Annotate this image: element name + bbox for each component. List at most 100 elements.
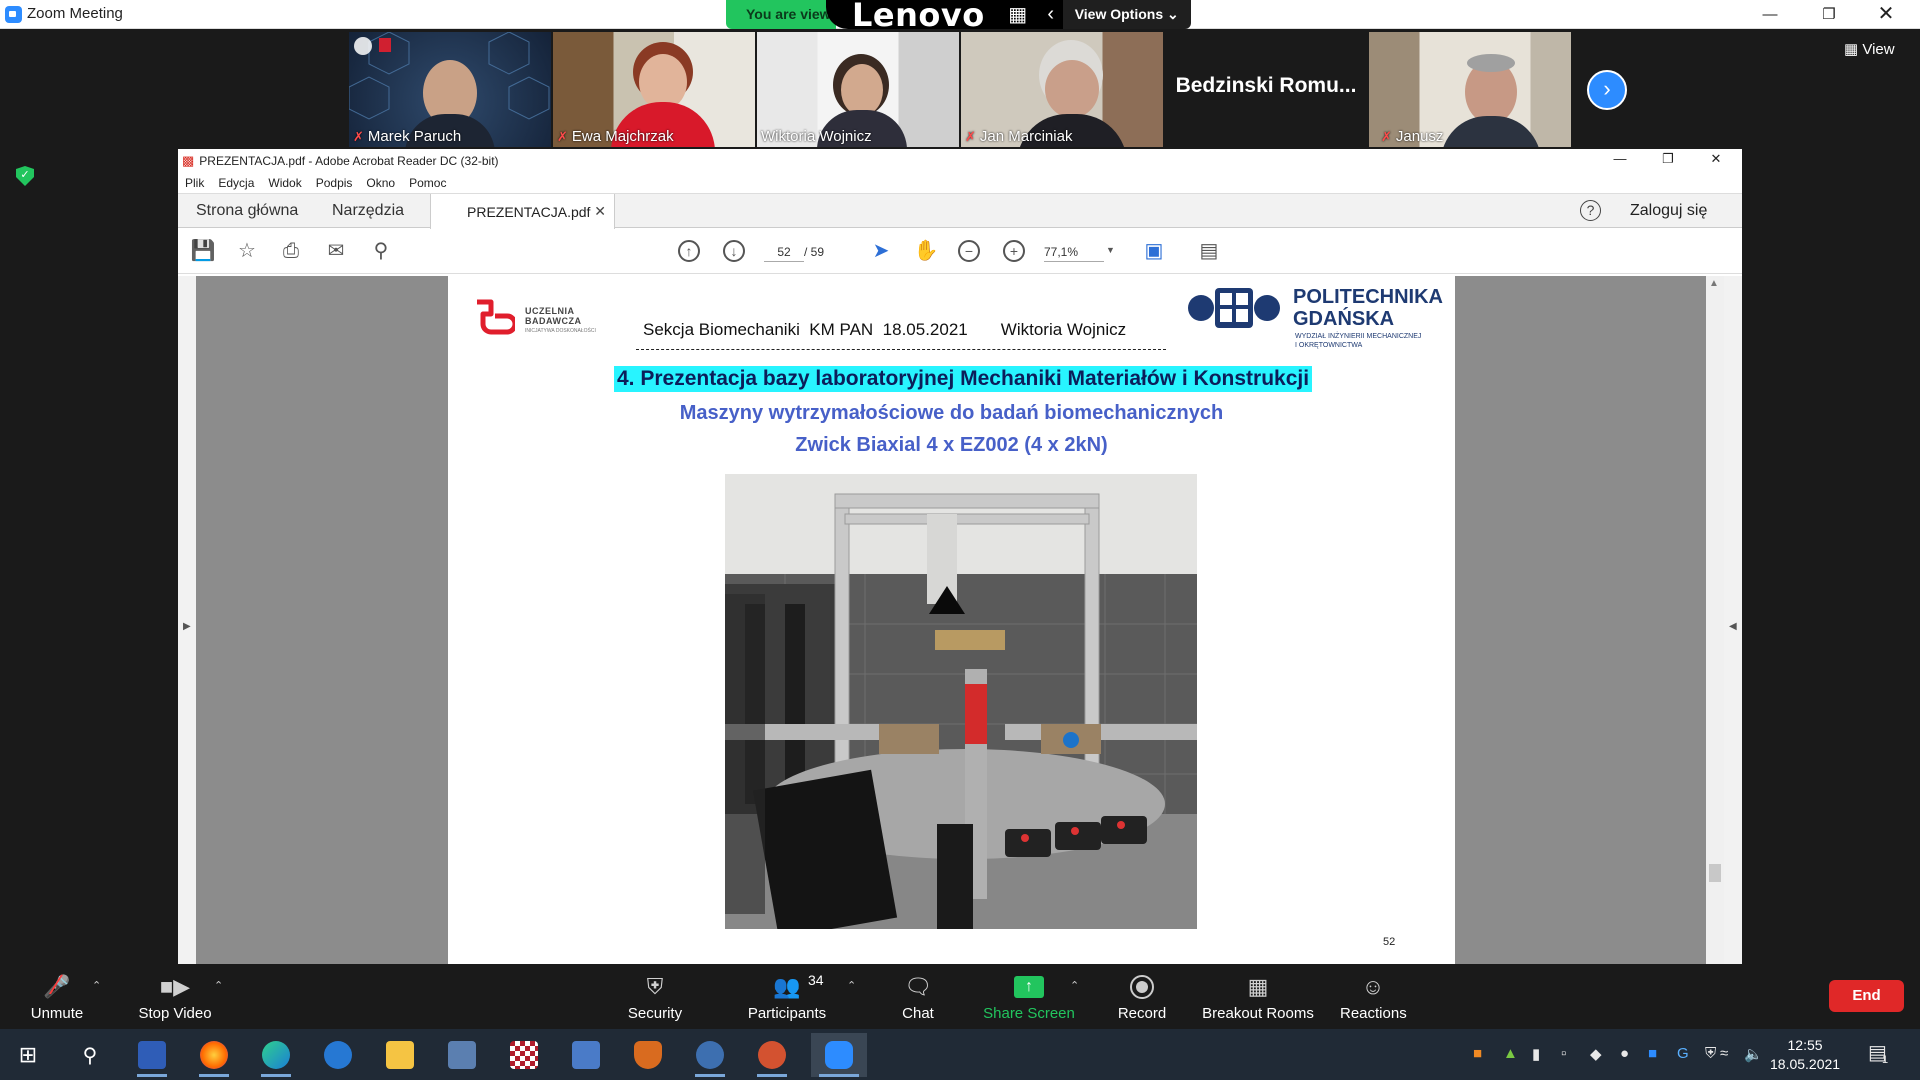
participant-tile[interactable]: ✗ Marek Paruch bbox=[349, 32, 551, 147]
tray-antivirus-icon[interactable]: ▲ bbox=[1503, 1045, 1518, 1062]
zoom-dropdown-icon[interactable]: ▼ bbox=[1106, 245, 1115, 255]
help-icon[interactable]: ? bbox=[1580, 200, 1601, 221]
smiley-plus-icon: ☺ bbox=[1361, 974, 1385, 999]
stop-video-button[interactable]: ■▶ Stop Video bbox=[135, 972, 215, 1022]
menu-podpis[interactable]: Podpis bbox=[316, 176, 353, 190]
checkered-app-icon[interactable] bbox=[501, 1033, 547, 1077]
close-icon[interactable]: ✕ bbox=[1696, 151, 1736, 167]
menu-widok[interactable]: Widok bbox=[268, 176, 301, 190]
fit-page-icon[interactable]: ▣ bbox=[1141, 238, 1167, 264]
reading-mode-icon[interactable]: ▤ bbox=[1196, 238, 1222, 264]
clock-time: 12:55 bbox=[1787, 1037, 1823, 1053]
participants-label: Participants bbox=[747, 1005, 827, 1022]
powerpoint-icon[interactable] bbox=[749, 1033, 795, 1077]
tab-document[interactable]: PREZENTACJA.pdf ✕ bbox=[430, 194, 615, 229]
zoom-tray-icon[interactable]: ■ bbox=[1648, 1045, 1657, 1062]
participant-tile[interactable]: ✗ Ewa Majchrzak bbox=[553, 32, 755, 147]
view-options-button[interactable]: View Options ⌄ bbox=[1062, 0, 1191, 29]
previous-page-icon[interactable]: ↑ bbox=[678, 240, 700, 262]
zoom-out-icon[interactable]: − bbox=[958, 240, 980, 262]
breakout-rooms-button[interactable]: ▦ Breakout Rooms bbox=[1201, 972, 1315, 1022]
unmute-button[interactable]: 🎤 ∕ Unmute bbox=[30, 969, 84, 1022]
network-app-icon[interactable] bbox=[563, 1033, 609, 1077]
view-layout-button[interactable]: ▦ View bbox=[1844, 40, 1895, 58]
participant-name: ✗ Jan Marciniak bbox=[965, 128, 1073, 145]
scrollbar-thumb[interactable] bbox=[1709, 864, 1721, 882]
participant-tile[interactable]: ✗ Janusz bbox=[1369, 32, 1571, 147]
tab-home[interactable]: Strona główna bbox=[196, 202, 298, 220]
participants-options-chevron-icon[interactable]: ⌃ bbox=[847, 979, 856, 992]
taskbar-save-app-icon[interactable] bbox=[129, 1033, 175, 1077]
zoom-in-icon[interactable]: + bbox=[1003, 240, 1025, 262]
close-icon[interactable]: ✕ bbox=[1863, 0, 1909, 29]
minimize-icon[interactable]: — bbox=[1747, 0, 1793, 29]
participant-tile[interactable]: ✗ Jan Marciniak bbox=[961, 32, 1163, 147]
sign-in-button[interactable]: Zaloguj się bbox=[1630, 202, 1707, 220]
end-meeting-button[interactable]: End bbox=[1829, 980, 1904, 1012]
encryption-shield-icon[interactable]: ✓ bbox=[16, 166, 34, 186]
bookmark-star-icon[interactable]: ☆ bbox=[234, 238, 260, 264]
share-options-chevron-icon[interactable]: ⌃ bbox=[1070, 979, 1079, 992]
restore-icon[interactable]: ❐ bbox=[1806, 0, 1852, 29]
share-screen-button[interactable]: ↑ Share Screen bbox=[982, 972, 1076, 1022]
restore-icon[interactable]: ❐ bbox=[1648, 151, 1688, 167]
volume-icon[interactable]: 🔈 bbox=[1744, 1045, 1763, 1063]
tray-app-icon[interactable]: ■ bbox=[1473, 1045, 1482, 1062]
chevron-left-icon[interactable]: ‹ bbox=[1038, 0, 1063, 29]
calculator-icon[interactable] bbox=[439, 1033, 485, 1077]
tab-tools[interactable]: Narzędzia bbox=[332, 202, 404, 220]
firefox-icon[interactable] bbox=[191, 1033, 237, 1077]
select-pointer-icon[interactable]: ➤ bbox=[868, 238, 894, 264]
minimize-icon[interactable]: — bbox=[1600, 151, 1640, 166]
scroll-up-icon[interactable]: ▲ bbox=[1709, 278, 1719, 289]
zoom-level-input[interactable] bbox=[1044, 242, 1104, 262]
taskbar-clock[interactable]: 12:55 18.05.2021 bbox=[1770, 1036, 1840, 1074]
hand-tool-icon[interactable]: ✋ bbox=[913, 238, 939, 264]
menu-edycja[interactable]: Edycja bbox=[218, 176, 254, 190]
vertical-scrollbar[interactable]: ▲ bbox=[1706, 276, 1724, 964]
dropbox-icon[interactable]: ◆ bbox=[1590, 1045, 1602, 1063]
record-button[interactable]: Record bbox=[1116, 972, 1168, 1022]
search-icon[interactable]: ⚲ bbox=[67, 1033, 113, 1077]
print-icon[interactable]: ⎙ bbox=[278, 238, 304, 264]
start-windows-icon[interactable]: ⊞ bbox=[5, 1033, 51, 1077]
security-button[interactable]: ⛨ Security bbox=[625, 972, 685, 1022]
document-viewport[interactable]: ▶ UCZELNIA BADAWCZA INICJATYWA DOSKONAŁOŚC… bbox=[178, 276, 1742, 964]
reactions-button[interactable]: ☺ Reactions bbox=[1340, 972, 1407, 1022]
left-panel-toggle[interactable]: ▶ bbox=[178, 276, 196, 964]
video-options-chevron-icon[interactable]: ⌃ bbox=[214, 979, 223, 992]
participant-tile-active-speaker[interactable]: Wiktoria Wojnicz bbox=[757, 32, 959, 147]
wifi-icon[interactable]: ≈ bbox=[1720, 1045, 1728, 1062]
tray-g-icon[interactable]: G bbox=[1677, 1045, 1689, 1062]
close-tab-icon[interactable]: ✕ bbox=[594, 203, 606, 220]
screen-share-banner: You are viewing Lenovo ▦ ‹ View Options … bbox=[726, 0, 1191, 31]
menu-pomoc[interactable]: Pomoc bbox=[409, 176, 446, 190]
battery-icon[interactable]: ▮ bbox=[1532, 1045, 1540, 1063]
audio-options-chevron-icon[interactable]: ⌃ bbox=[92, 979, 101, 992]
chat-button[interactable]: 🗨 Chat bbox=[898, 972, 938, 1022]
edge-icon[interactable] bbox=[253, 1033, 299, 1077]
save-icon[interactable]: 💾 bbox=[190, 238, 216, 264]
menu-okno[interactable]: Okno bbox=[366, 176, 395, 190]
search-icon[interactable]: ⚲ bbox=[368, 238, 394, 264]
defender-shield-icon[interactable]: ⛨ bbox=[1705, 1045, 1716, 1062]
uczelnia-logo-mark bbox=[477, 299, 518, 335]
slide-subtitle: Maszyny wytrzymałościowe do badań biomec… bbox=[679, 402, 1224, 424]
right-panel-toggle[interactable]: ◀ bbox=[1724, 276, 1742, 964]
gallery-next-button[interactable]: › bbox=[1587, 70, 1627, 110]
remote-desktop-icon[interactable] bbox=[687, 1033, 733, 1077]
next-page-icon[interactable]: ↓ bbox=[723, 240, 745, 262]
remote-control-icon[interactable]: ▦ bbox=[996, 0, 1039, 29]
microphone-icon[interactable]: ● bbox=[1620, 1045, 1629, 1062]
usb-icon[interactable]: ▫ bbox=[1561, 1045, 1566, 1062]
page-number-input[interactable] bbox=[764, 242, 804, 262]
participant-tile-video-off[interactable]: Bedzinski Romu... bbox=[1165, 32, 1367, 147]
mail-app-icon[interactable] bbox=[315, 1033, 361, 1077]
security-app-icon[interactable] bbox=[625, 1033, 671, 1077]
notifications-icon[interactable]: ▤ 1 bbox=[1868, 1040, 1888, 1066]
file-explorer-icon[interactable] bbox=[377, 1033, 423, 1077]
zoom-taskbar-icon[interactable] bbox=[811, 1033, 867, 1077]
menu-plik[interactable]: Plik bbox=[185, 176, 204, 190]
expand-right-icon: ▶ bbox=[183, 621, 191, 632]
email-icon[interactable]: ✉ bbox=[323, 238, 349, 264]
